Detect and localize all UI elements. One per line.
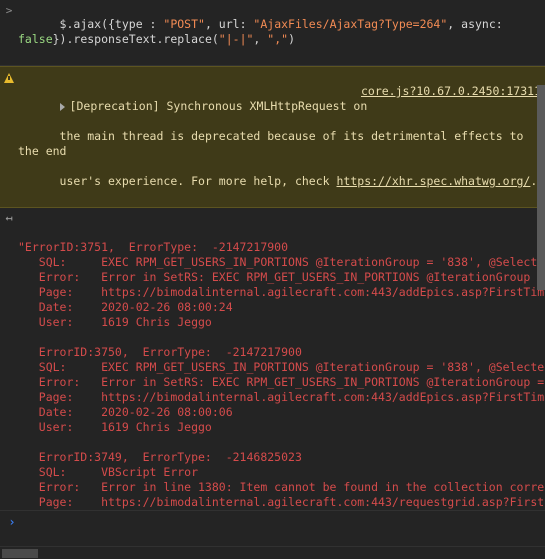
code-token-4: , async: <box>447 17 510 31</box>
code-token-2: , url: <box>204 17 254 31</box>
error-dump-line: Date: 2020-02-26 08:00:06 <box>18 405 233 419</box>
error-dump-line: Page: https://bimodalinternal.agilecraft… <box>18 390 545 404</box>
console-panel[interactable]: > $.ajax({type : "POST", url: "AjaxFiles… <box>0 0 545 559</box>
vertical-scrollbar[interactable] <box>537 85 545 290</box>
error-dump-line <box>18 330 541 345</box>
error-dump-line: Error: Error in line 1380: Item cannot b… <box>18 480 545 494</box>
input-echo-code[interactable]: $.ajax({type : "POST", url: "AjaxFiles/A… <box>18 2 545 62</box>
console-return-value-row[interactable]: ↤ "ErrorID:3751, ErrorType: -2147217900 … <box>0 208 545 559</box>
code-token-6: }).responseText.replace( <box>52 32 219 46</box>
return-value-text[interactable]: "ErrorID:3751, ErrorType: -2147217900 SQ… <box>18 210 545 559</box>
error-dump-line: Page: https://bimodalinternal.agilecraft… <box>18 285 545 299</box>
error-dump-line: "ErrorID:3751, ErrorType: -2147217900 <box>18 240 289 254</box>
error-dump-line: SQL: EXEC RPM_GET_USERS_IN_PORTIONS @Ite… <box>18 360 545 374</box>
horizontal-scrollbar[interactable] <box>0 546 545 559</box>
code-token-3: "AjaxFiles/AjaxTag?Type=264" <box>253 17 448 31</box>
code-token-0: $.ajax({type : <box>59 17 164 31</box>
error-dump-line: SQL: EXEC RPM_GET_USERS_IN_PORTIONS @Ite… <box>18 255 545 269</box>
horizontal-scrollbar-thumb[interactable] <box>2 549 38 558</box>
code-token-10: ) <box>288 32 295 46</box>
warning-line-2: the main thread is deprecated because of… <box>18 129 531 158</box>
error-dump-line: ErrorID:3750, ErrorType: -2147217900 <box>18 345 302 359</box>
warning-message: core.js?10.67.0.2450:17311 [Deprecation]… <box>18 69 545 204</box>
error-dump-line: Date: 2020-02-26 08:00:24 <box>18 300 233 314</box>
code-token-8: , <box>253 32 268 46</box>
error-dump-line: Page: https://bimodalinternal.agilecraft… <box>18 495 545 509</box>
warning-prefix: [Deprecation] Synchronous XMLHttpRequest… <box>69 99 368 113</box>
console-input-echo-row[interactable]: > $.ajax({type : "POST", url: "AjaxFiles… <box>0 0 545 66</box>
warning-spec-link[interactable]: https://xhr.spec.whatwg.org/ <box>337 174 531 188</box>
error-dump-line: Error: Error in SetRS: EXEC RPM_GET_USER… <box>18 270 545 284</box>
error-dump-line: ErrorID:3749, ErrorType: -2146825023 <box>18 450 302 464</box>
code-token-7: "|-|" <box>218 32 254 46</box>
code-token-1: "POST" <box>163 17 205 31</box>
console-prompt-row[interactable]: › <box>0 510 545 547</box>
warning-triangle-icon <box>0 69 18 85</box>
console-prompt-input[interactable] <box>24 515 545 530</box>
error-dump-line <box>18 435 541 450</box>
disclosure-triangle-icon[interactable] <box>59 103 65 111</box>
code-token-5: false <box>18 32 53 46</box>
error-dump-line: Error: Error in SetRS: EXEC RPM_GET_USER… <box>18 375 545 389</box>
prompt-caret-icon: › <box>8 515 16 529</box>
error-dump-line: User: 1619 Chris Jeggo <box>18 315 212 329</box>
input-echo-marker: > <box>5 4 13 17</box>
code-token-9: "," <box>267 32 289 46</box>
warning-source-link[interactable]: core.js?10.67.0.2450:17311 <box>361 84 541 99</box>
error-dump-line: SQL: VBScript Error <box>18 465 199 479</box>
error-dump-line: User: 1619 Chris Jeggo <box>18 420 212 434</box>
warning-line-3-prefix: user's experience. For more help, check <box>59 174 337 188</box>
return-arrow-icon: ↤ <box>5 211 13 225</box>
console-warning-row[interactable]: core.js?10.67.0.2450:17311 [Deprecation]… <box>0 66 545 208</box>
